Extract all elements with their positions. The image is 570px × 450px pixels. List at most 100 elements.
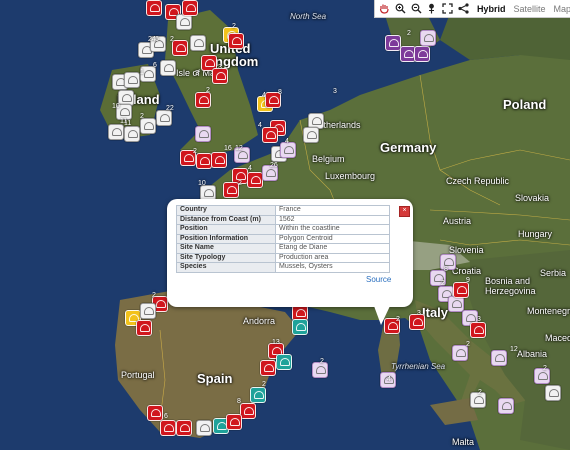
zoom-out-icon[interactable]	[410, 3, 422, 15]
site-marker[interactable]	[498, 398, 514, 414]
field-key: Species	[176, 262, 276, 273]
marker-count: 6	[153, 62, 157, 69]
site-marker[interactable]	[176, 14, 192, 30]
field-value: Within the coastline	[275, 224, 390, 235]
site-marker[interactable]	[420, 30, 436, 46]
label-poland: Poland	[503, 97, 547, 112]
marker-count: 3	[477, 316, 481, 323]
marker-count: 2	[543, 365, 547, 372]
site-marker[interactable]	[211, 152, 227, 168]
marker-count: 4	[258, 122, 262, 129]
site-marker[interactable]	[190, 35, 206, 51]
field-value: Mussels, Oysters	[275, 262, 390, 273]
site-marker[interactable]	[448, 296, 464, 312]
tab-hybrid[interactable]: Hybrid	[477, 4, 506, 14]
site-marker[interactable]	[453, 282, 469, 298]
site-marker[interactable]	[470, 322, 486, 338]
table-row: Country France	[176, 205, 390, 216]
share-icon[interactable]	[457, 3, 469, 15]
site-marker[interactable]	[195, 92, 211, 108]
field-value: Polygon Centroid	[275, 233, 390, 244]
site-marker[interactable]	[182, 0, 198, 16]
marker-count: 4	[285, 138, 289, 145]
popup-pointer	[374, 306, 390, 325]
site-marker[interactable]	[276, 354, 292, 370]
site-marker[interactable]	[146, 0, 162, 16]
site-marker[interactable]	[440, 254, 456, 270]
site-marker[interactable]	[108, 124, 124, 140]
hand-icon[interactable]	[379, 3, 391, 15]
site-marker[interactable]	[176, 420, 192, 436]
site-marker[interactable]	[250, 387, 266, 403]
site-marker[interactable]	[160, 420, 176, 436]
site-marker[interactable]	[262, 127, 278, 143]
site-marker[interactable]	[172, 40, 188, 56]
site-marker[interactable]	[196, 153, 212, 169]
site-marker[interactable]	[124, 72, 140, 88]
field-key: Position	[176, 224, 276, 235]
label-north-sea: North Sea	[290, 12, 327, 21]
site-marker[interactable]	[240, 403, 256, 419]
marker-count: 2	[238, 180, 242, 187]
field-value: Production area	[275, 252, 390, 263]
fullscreen-icon[interactable]	[442, 3, 454, 15]
table-row: Site Name Etang de Diane	[176, 243, 390, 254]
site-marker[interactable]	[491, 350, 507, 366]
label-montenegro: Montenegro	[527, 306, 570, 316]
marker-count: 4	[248, 165, 252, 172]
site-marker[interactable]	[140, 118, 156, 134]
site-marker[interactable]	[247, 172, 263, 188]
marker-count: 8	[237, 398, 241, 405]
field-key: Site Name	[176, 243, 276, 254]
site-marker[interactable]	[136, 320, 152, 336]
marker-count: 8	[278, 89, 282, 96]
marker-count: 2	[441, 280, 445, 287]
marker-count: 3	[218, 64, 222, 71]
label-bosnia: Bosnia and Herzegovina	[485, 276, 536, 296]
site-marker[interactable]	[226, 414, 242, 430]
site-marker[interactable]	[545, 385, 561, 401]
field-value: Etang de Diane	[275, 243, 390, 254]
site-marker[interactable]	[228, 33, 244, 49]
site-marker[interactable]	[140, 303, 156, 319]
site-marker[interactable]	[292, 319, 308, 335]
site-marker[interactable]	[223, 182, 239, 198]
label-austria: Austria	[443, 216, 472, 226]
marker-count: 2	[407, 30, 411, 37]
zoom-in-icon[interactable]	[395, 3, 407, 15]
marker-count: 3	[417, 310, 421, 317]
pin-icon[interactable]	[426, 3, 438, 15]
table-row: Position Information Polygon Centroid	[176, 233, 390, 244]
site-marker[interactable]	[385, 35, 401, 51]
tab-map[interactable]: Map	[553, 4, 570, 14]
site-info-table: Country France Distance from Coast (m) 156…	[176, 205, 390, 273]
label-slovakia: Slovakia	[515, 193, 550, 203]
marker-count: 2	[396, 316, 400, 323]
site-marker[interactable]	[260, 360, 276, 376]
marker-count: 12	[510, 346, 518, 353]
site-marker[interactable]	[156, 110, 172, 126]
marker-count: 2	[232, 23, 236, 30]
map-toolbar: Hybrid Satellite Map	[374, 0, 570, 18]
source-link[interactable]: Source	[366, 275, 391, 284]
site-marker[interactable]	[124, 126, 140, 142]
site-marker[interactable]	[414, 46, 430, 62]
close-icon[interactable]: ×	[399, 206, 410, 217]
marker-count: 2	[206, 87, 210, 94]
marker-count: 2	[193, 148, 197, 155]
site-marker[interactable]	[534, 368, 550, 384]
label-andorra: Andorra	[243, 316, 276, 326]
label-macedonia: Macedonia	[545, 333, 570, 343]
label-croatia: Croatia	[452, 266, 482, 276]
tab-satellite[interactable]: Satellite	[513, 4, 545, 14]
site-marker[interactable]	[160, 60, 176, 76]
site-marker[interactable]	[195, 126, 211, 142]
marker-count: 2	[152, 292, 156, 299]
site-marker[interactable]	[147, 405, 163, 421]
site-marker[interactable]	[303, 127, 319, 143]
marker-count: 26	[270, 162, 278, 169]
marker-count: 4	[262, 92, 266, 99]
label-albania: Albania	[517, 349, 548, 359]
site-marker[interactable]	[196, 420, 212, 436]
marker-count: 16	[224, 145, 232, 152]
